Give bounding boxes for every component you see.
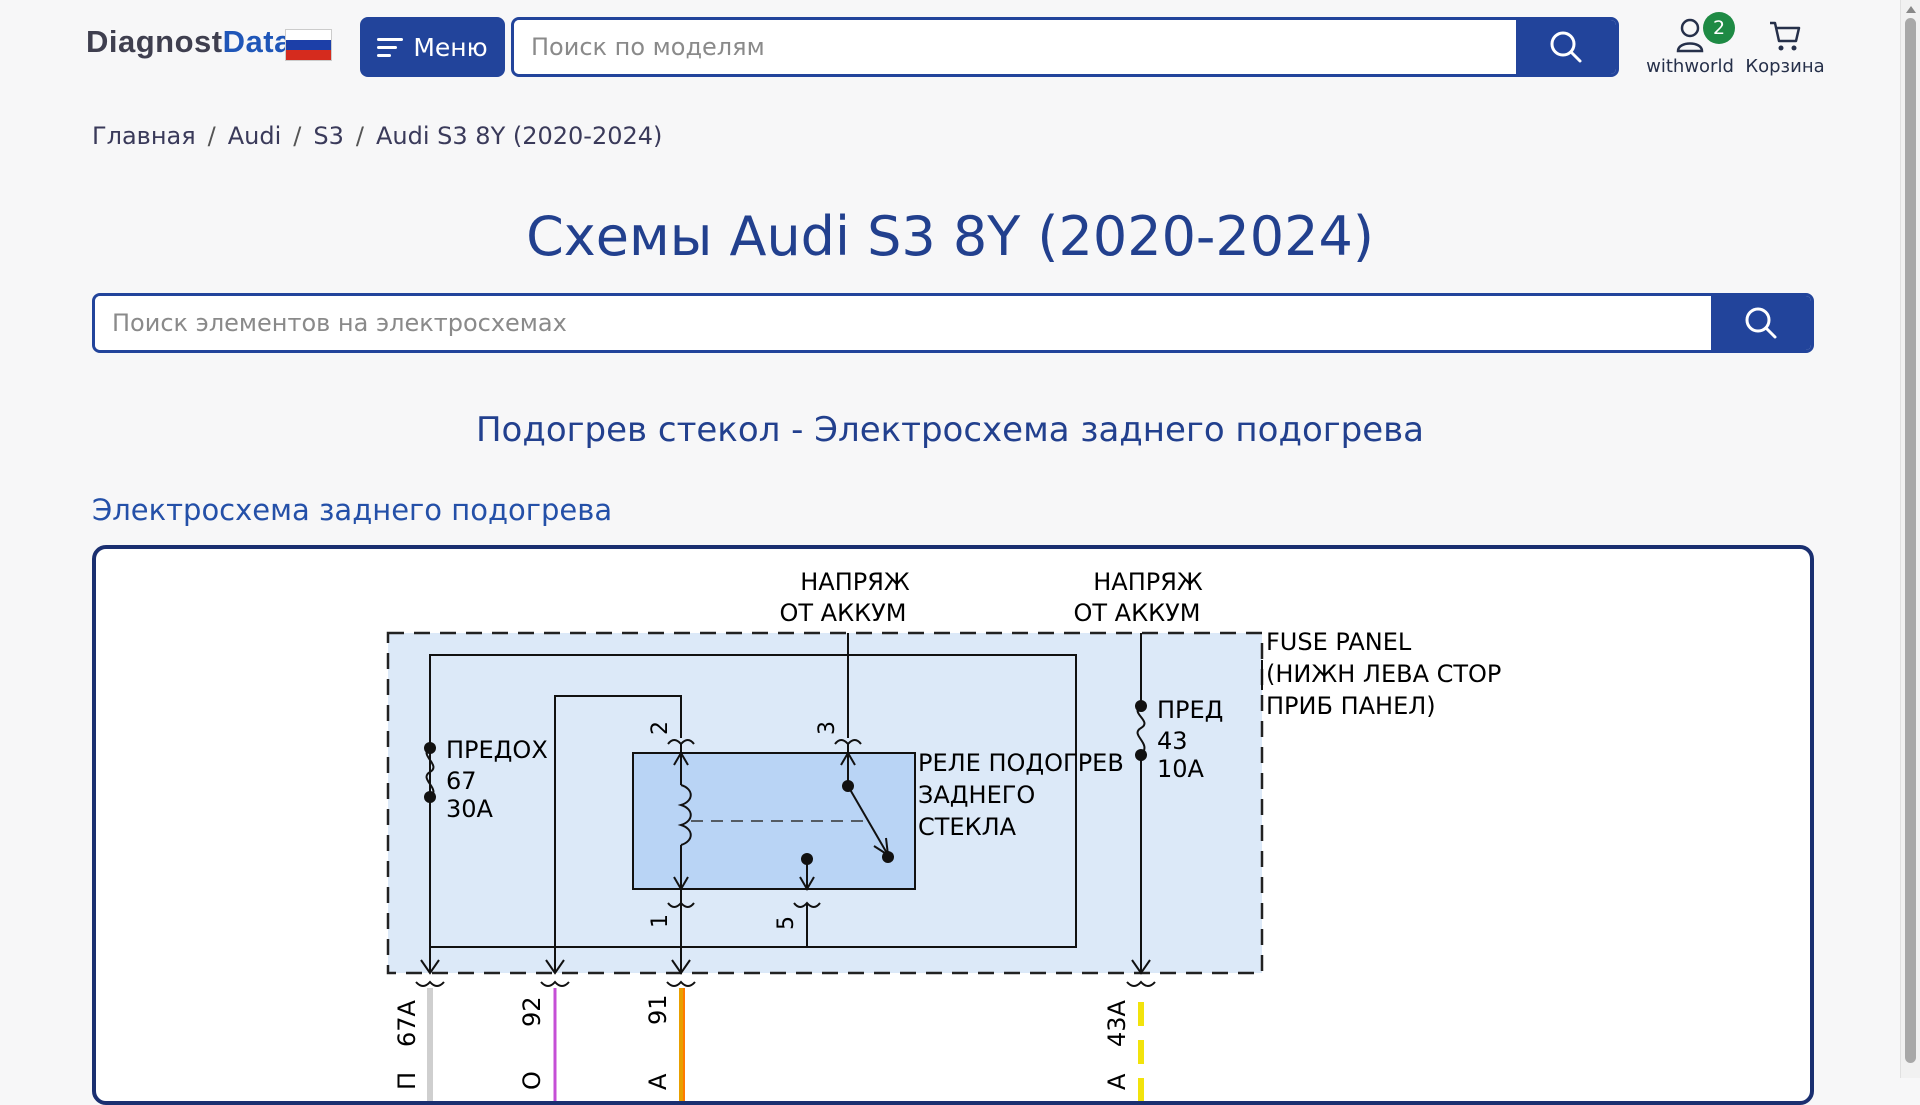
voltage-label-1b: ОТ АККУМ <box>779 599 906 627</box>
wire-partial-label-2: О <box>518 1071 546 1090</box>
breadcrumb-current: Audi S3 8Y (2020-2024) <box>376 122 663 150</box>
search-icon <box>1550 31 1582 63</box>
breadcrumb: Главная / Audi / S3 / Audi S3 8Y (2020-2… <box>92 122 662 150</box>
search-icon <box>1745 307 1777 339</box>
fuse-43-label-c: 10A <box>1157 755 1205 783</box>
wire-partial-label-3: А <box>644 1073 672 1090</box>
relay-pin-3: 3 <box>815 721 840 735</box>
hamburger-icon <box>377 33 404 62</box>
menu-button-label: Меню <box>413 32 488 62</box>
model-search-bar <box>511 17 1619 77</box>
section-title: Подогрев стекол - Электросхема заднего п… <box>475 410 1424 450</box>
fuse-panel-label-1: FUSE PANEL <box>1266 628 1412 656</box>
notification-badge: 2 <box>1703 12 1735 44</box>
fuse-67-label-b: 67 <box>446 767 477 795</box>
page-scrollbar[interactable] <box>1900 0 1920 1078</box>
user-label: withworld <box>1646 56 1734 77</box>
diagram-heading: Электросхема заднего подогрева <box>92 493 613 527</box>
fuse-43-label-b: 43 <box>1157 727 1188 755</box>
voltage-label-2a: НАПРЯЖ <box>1093 568 1203 596</box>
russian-flag-icon <box>285 29 332 61</box>
breadcrumb-home[interactable]: Главная <box>92 122 196 150</box>
fuse-67-label-a: ПРЕДОХ <box>446 736 548 764</box>
relay-label-c: СТЕКЛА <box>918 813 1017 841</box>
fuse-43-label-a: ПРЕД <box>1157 696 1223 724</box>
cart-label: Корзина <box>1745 56 1825 77</box>
relay-pin-2: 2 <box>648 721 673 735</box>
element-search-input[interactable] <box>95 296 1711 350</box>
relay-label-a: РЕЛЕ ПОДОГРЕВ <box>918 749 1124 777</box>
menu-button[interactable]: Меню <box>360 17 505 77</box>
fuse-panel-label-2: (НИЖН ЛЕВА СТОР <box>1266 660 1501 688</box>
element-search-bar <box>92 293 1814 353</box>
relay-pin-5: 5 <box>774 916 799 930</box>
breadcrumb-separator: / <box>293 122 302 150</box>
relay-label-b: ЗАДНЕГО <box>918 781 1035 809</box>
site-logo[interactable]: DiagnostData <box>86 24 292 60</box>
site-header: DiagnostData Меню 2 withworld <box>0 0 1900 95</box>
fuse-67-label-c: 30A <box>446 795 494 823</box>
element-search-button[interactable] <box>1711 296 1811 350</box>
user-icon <box>1676 18 1704 53</box>
wire-91-label: 91 <box>644 994 672 1025</box>
scroll-up-arrow-icon[interactable] <box>1906 6 1916 13</box>
wire-67a-label: 67A <box>393 999 421 1047</box>
voltage-label-2b: ОТ АККУМ <box>1073 599 1200 627</box>
model-search-input[interactable] <box>514 20 1516 74</box>
breadcrumb-separator: / <box>355 122 364 150</box>
breadcrumb-separator: / <box>207 122 216 150</box>
wire-partial-label-1: П <box>393 1072 421 1090</box>
scrollbar-thumb[interactable] <box>1905 18 1916 1063</box>
cart-icon <box>1770 21 1801 51</box>
wiring-diagram: НАПРЯЖ ОТ АККУМ НАПРЯЖ ОТ АККУМ FUSE PAN… <box>386 568 1501 1101</box>
cart-button[interactable]: Корзина <box>1740 15 1830 85</box>
voltage-label-1a: НАПРЯЖ <box>800 568 910 596</box>
fuse-panel-label-3: ПРИБ ПАНЕЛ) <box>1266 692 1436 720</box>
relay-pin-1: 1 <box>648 914 673 928</box>
logo-text-part2: Data <box>222 24 292 59</box>
user-account-button[interactable]: 2 withworld <box>1645 12 1735 85</box>
breadcrumb-s3[interactable]: S3 <box>313 122 344 150</box>
wire-92-label: 92 <box>518 996 546 1027</box>
wiring-diagram-frame: НАПРЯЖ ОТ АККУМ НАПРЯЖ ОТ АККУМ FUSE PAN… <box>92 545 1814 1105</box>
wire-43a-label: 43A <box>1103 999 1131 1047</box>
model-search-button[interactable] <box>1516 20 1616 74</box>
logo-text-part1: Diagnost <box>86 24 223 59</box>
page-title: Схемы Audi S3 8Y (2020-2024) <box>526 205 1374 268</box>
breadcrumb-audi[interactable]: Audi <box>228 122 282 150</box>
wire-partial-label-4: А <box>1103 1073 1131 1090</box>
